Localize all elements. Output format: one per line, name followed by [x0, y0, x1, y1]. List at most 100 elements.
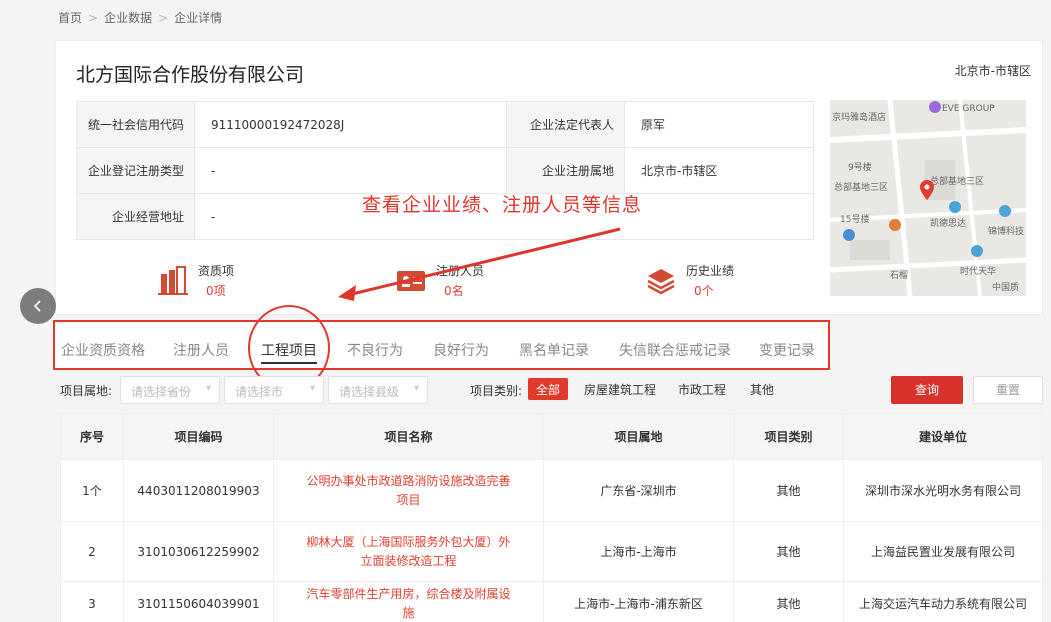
- info-key: 企业注册属地: [506, 147, 625, 194]
- info-key: 统一社会信用代码: [76, 101, 195, 148]
- project-name-link[interactable]: 柳林大厦（上海国际服务外包大厦）外立面装修改造工程: [273, 521, 544, 582]
- stat-history-performance[interactable]: 历史业绩 0个: [646, 262, 756, 302]
- map-label: 锦博科技: [988, 227, 1025, 237]
- table-row: 2 3101030612259902 柳林大厦（上海国际服务外包大厦）外立面装修…: [60, 521, 1043, 582]
- cell-code: 3101030612259902: [123, 521, 274, 582]
- projects-table: 序号 项目编码 项目名称 项目属地 项目类别 建设单位 1个 440301120…: [60, 413, 1043, 622]
- cell-location: 广东省-深圳市: [543, 459, 734, 522]
- cell-category: 其他: [733, 459, 844, 522]
- category-filter-label: 项目类别:: [470, 384, 523, 398]
- tab-registered-staff[interactable]: 注册人员: [173, 340, 229, 360]
- col-header: 项目类别: [733, 413, 844, 460]
- cell-location: 上海市-上海市-浦东新区: [543, 581, 734, 622]
- cell-no: 3: [60, 581, 124, 622]
- cell-location: 上海市-上海市: [543, 521, 734, 582]
- filter-bar: 项目属地: 请选择省份 ▾ 请选择市 ▾ 请选择县级 ▾ 项目类别: 全部 房屋建筑工…: [0, 376, 1051, 404]
- col-header: 建设单位: [843, 413, 1043, 460]
- breadcrumb-company-detail: 企业详情: [174, 11, 223, 25]
- map-label: EVE GROUP: [942, 104, 995, 114]
- chevron-left-icon: [33, 300, 41, 312]
- stat-value: 0个: [694, 284, 714, 298]
- project-name-link[interactable]: 公明办事处市政道路消防设施改造完善项目: [273, 459, 544, 522]
- table-row: 3 3101150604039901 汽车零部件生产用房，综合楼及附属设施 上海…: [60, 581, 1043, 622]
- chevron-down-icon: ▾: [205, 383, 211, 394]
- cell-owner: 上海益民置业发展有限公司: [843, 521, 1043, 582]
- city-select[interactable]: 请选择市 ▾: [224, 376, 324, 404]
- map-poi-icon: [999, 205, 1011, 217]
- chevron-down-icon: ▾: [413, 383, 419, 394]
- info-value: 91110000192472028J: [194, 101, 507, 148]
- cell-owner: 深圳市深水光明水务有限公司: [843, 459, 1043, 522]
- category-other[interactable]: 其他: [742, 378, 782, 400]
- layers-icon: [647, 269, 675, 295]
- building-icon: [158, 266, 188, 295]
- col-header: 序号: [60, 413, 124, 460]
- info-value: 原军: [624, 101, 814, 148]
- cell-owner: 上海交运汽车动力系统有限公司: [843, 581, 1043, 622]
- tab-bad-behavior[interactable]: 不良行为: [347, 340, 403, 360]
- breadcrumb: 首页 > 企业数据 > 企业详情: [58, 9, 222, 26]
- map-label: 总部基地三区: [834, 183, 889, 193]
- location-filter-label: 项目属地:: [60, 384, 113, 398]
- query-button[interactable]: 查询: [891, 376, 963, 404]
- map-label: 京玛雅岛酒店: [832, 113, 887, 123]
- info-value: -: [194, 147, 507, 194]
- map-label: 时代天华: [960, 267, 997, 277]
- cell-no: 1个: [60, 459, 124, 522]
- category-building[interactable]: 房屋建筑工程: [576, 378, 664, 400]
- tab-qualifications[interactable]: 企业资质资格: [61, 340, 145, 360]
- company-name: 北方国际合作股份有限公司: [76, 64, 305, 86]
- info-key: 企业法定代表人: [506, 101, 625, 148]
- map-label: 中国质: [992, 283, 1020, 293]
- map-poi-icon: [929, 101, 941, 113]
- stat-value: 0项: [206, 284, 226, 298]
- map-poi-icon: [949, 201, 961, 213]
- map-label: 凯德思达: [930, 219, 967, 229]
- tab-blacklist[interactable]: 黑名单记录: [519, 340, 589, 360]
- category-all[interactable]: 全部: [528, 378, 569, 400]
- map-label: 9号楼: [848, 163, 872, 173]
- info-key: 企业登记注册类型: [76, 147, 195, 194]
- info-value: 北京市-市辖区: [624, 147, 814, 194]
- carousel-prev-button[interactable]: [20, 288, 56, 324]
- company-location: 北京市-市辖区: [954, 64, 1031, 78]
- province-select[interactable]: 请选择省份 ▾: [120, 376, 220, 404]
- reset-button[interactable]: 重置: [973, 376, 1043, 404]
- county-select[interactable]: 请选择县级 ▾: [328, 376, 428, 404]
- chevron-down-icon: ▾: [309, 383, 315, 394]
- tab-change-records[interactable]: 变更记录: [759, 340, 815, 360]
- breadcrumb-company-data[interactable]: 企业数据: [104, 11, 152, 25]
- stat-title: 资质项: [198, 264, 235, 278]
- stat-qualifications[interactable]: 资质项 0项: [158, 262, 268, 302]
- annotation-arrow-icon: [338, 227, 621, 301]
- map-label: 总部基地三区: [930, 177, 985, 187]
- cell-no: 2: [60, 521, 124, 582]
- company-info-table: 统一社会信用代码 91110000192472028J 企业法定代表人 原军 企…: [76, 101, 814, 240]
- cell-code: 4403011208019903: [123, 459, 274, 522]
- map-restaurant-icon: [889, 219, 901, 231]
- stat-title: 历史业绩: [686, 264, 735, 278]
- map-poi-icon: [971, 245, 983, 257]
- tabs-bar: 企业资质资格 注册人员 工程项目 不良行为 良好行为 黑名单记录 失信联合惩戒记…: [53, 320, 830, 370]
- cell-category: 其他: [733, 521, 844, 582]
- chevron-right-icon: >: [88, 11, 99, 25]
- col-header: 项目属地: [543, 413, 734, 460]
- breadcrumb-home[interactable]: 首页: [58, 11, 82, 25]
- info-key: 企业经营地址: [76, 193, 195, 240]
- col-header: 项目编码: [123, 413, 274, 460]
- tab-good-behavior[interactable]: 良好行为: [433, 340, 489, 360]
- table-row: 1个 4403011208019903 公明办事处市政道路消防设施改造完善项目 …: [60, 459, 1043, 522]
- col-header: 项目名称: [273, 413, 544, 460]
- map-pin-icon: [920, 180, 934, 200]
- tab-credit-punishment[interactable]: 失信联合惩戒记录: [619, 340, 731, 360]
- cell-code: 3101150604039901: [123, 581, 274, 622]
- info-row: 统一社会信用代码 91110000192472028J 企业法定代表人 原军: [76, 101, 814, 148]
- map-label: 15号楼: [840, 215, 870, 225]
- project-name-link[interactable]: 汽车零部件生产用房，综合楼及附属设施: [273, 581, 544, 622]
- location-map[interactable]: EVE GROUP 京玛雅岛酒店 9号楼 总部基地三区 总部基地三区 15号楼 …: [830, 100, 1026, 296]
- category-municipal[interactable]: 市政工程: [670, 378, 734, 400]
- cell-category: 其他: [733, 581, 844, 622]
- map-parking-icon: [843, 229, 855, 241]
- chevron-right-icon: >: [158, 11, 169, 25]
- info-row: 企业登记注册类型 - 企业注册属地 北京市-市辖区: [76, 147, 814, 194]
